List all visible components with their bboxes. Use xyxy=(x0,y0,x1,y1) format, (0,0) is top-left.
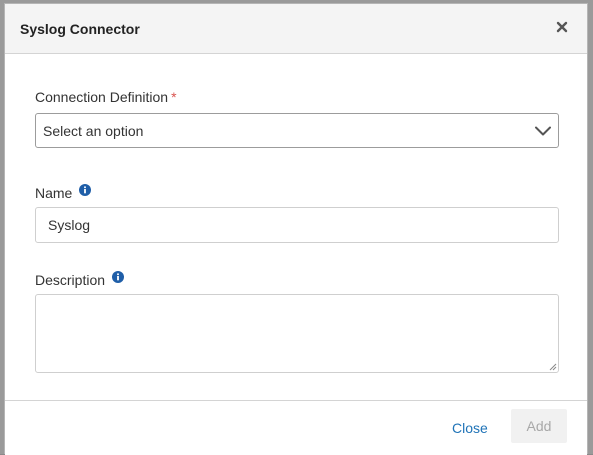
description-textarea[interactable] xyxy=(35,294,559,373)
name-label: Name xyxy=(35,185,73,201)
syslog-connector-dialog: Syslog Connector Connection Definition * … xyxy=(4,3,588,455)
dialog-title: Syslog Connector xyxy=(20,21,140,37)
name-input[interactable] xyxy=(35,207,559,243)
description-info-icon[interactable] xyxy=(112,271,124,283)
resize-grip-icon[interactable] xyxy=(548,362,557,371)
chevron-down-icon xyxy=(535,126,551,136)
add-button[interactable]: Add xyxy=(511,409,567,443)
connection-definition-select[interactable]: Select an option xyxy=(35,113,559,148)
connection-definition-label: Connection Definition * xyxy=(35,89,177,105)
close-button[interactable]: Close xyxy=(452,420,488,436)
dialog-footer: Close Add xyxy=(5,400,587,455)
dialog-header: Syslog Connector xyxy=(5,4,587,54)
connection-definition-value: Select an option xyxy=(43,123,144,139)
close-icon[interactable] xyxy=(553,18,571,36)
description-label: Description xyxy=(35,272,106,288)
connection-definition-label-text: Connection Definition xyxy=(35,89,169,105)
required-asterisk: * xyxy=(171,89,177,105)
name-info-icon[interactable] xyxy=(79,184,91,196)
